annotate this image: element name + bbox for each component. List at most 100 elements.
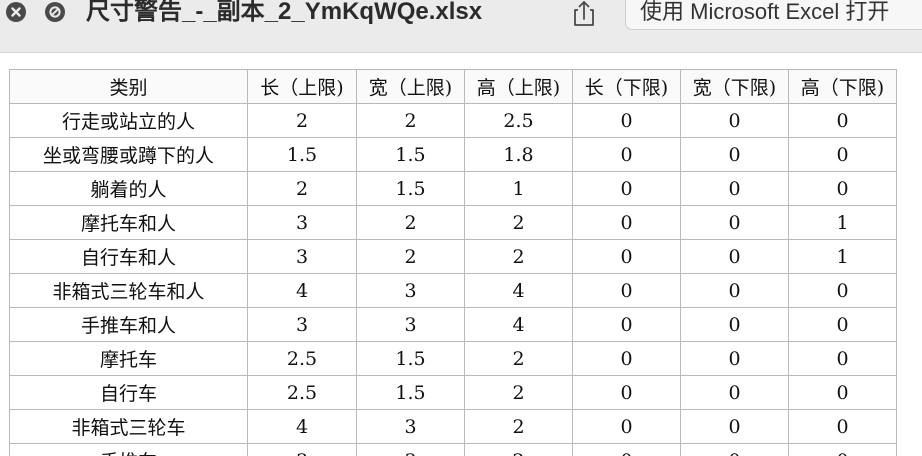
table-cell: 摩托车 — [9, 341, 248, 376]
table-cell: 摩托车和人 — [9, 205, 248, 240]
table-cell: 0 — [788, 273, 897, 308]
quicklook-titlebar: 尺寸警告_-_副本_2_YmKqWQe.xlsx 使用 Microsoft Ex… — [0, 0, 922, 53]
open-with-excel-button[interactable]: 使用 Microsoft Excel 打开 — [625, 0, 922, 30]
table-cell: 0 — [572, 205, 681, 240]
table-row: 自行车 2.5 1.5 2 0 0 0 — [9, 375, 897, 410]
table-row: 行走或站立的人 2 2 2.5 0 0 0 — [9, 103, 897, 138]
table-cell: 3 — [356, 273, 465, 308]
table-cell: 4 — [464, 273, 573, 308]
table-cell: 0 — [680, 273, 789, 308]
spreadsheet-preview[interactable]: 类别 长（上限) 宽（上限) 高（上限) 长（下限) 宽（下限) 高（下限) 行… — [0, 53, 922, 456]
header-cell: 长（下限) — [572, 69, 681, 104]
header-cell: 高（上限) — [464, 69, 573, 104]
table-cell: 0 — [680, 103, 789, 138]
table-cell: 非箱式三轮车 — [9, 409, 248, 444]
table-cell: 1 — [788, 205, 897, 240]
header-cell: 类别 — [9, 69, 248, 104]
table-cell: 躺着的人 — [9, 171, 248, 206]
table-cell: 1.5 — [356, 341, 465, 376]
table-cell: 2 — [464, 205, 573, 240]
table-cell: 0 — [788, 103, 897, 138]
table-cell: 2 — [464, 341, 573, 376]
table-cell: 3 — [247, 205, 357, 240]
header-cell: 宽（下限) — [680, 69, 789, 104]
table-cell: 0 — [788, 443, 897, 456]
table-cell: 2.5 — [247, 375, 357, 410]
table-cell: 1.5 — [356, 137, 465, 172]
header-row: 类别 长（上限) 宽（上限) 高（上限) 长（下限) 宽（下限) 高（下限) — [9, 69, 897, 104]
table-cell: 自行车和人 — [9, 239, 248, 274]
table-cell: 0 — [572, 137, 681, 172]
table-cell: 0 — [680, 171, 789, 206]
table-cell: 3 — [356, 443, 465, 456]
table-row: 坐或弯腰或蹲下的人 1.5 1.5 1.8 0 0 0 — [9, 137, 897, 172]
table-cell: 3 — [356, 409, 465, 444]
table-cell: 0 — [680, 409, 789, 444]
table-cell: 1.8 — [464, 137, 573, 172]
table-cell: 2 — [356, 103, 465, 138]
block-button[interactable] — [45, 2, 65, 22]
table-cell: 3 — [247, 239, 357, 274]
table-cell: 0 — [680, 239, 789, 274]
table-row: 非箱式三轮车 4 3 2 0 0 0 — [9, 409, 897, 444]
open-with-excel-label: 使用 Microsoft Excel 打开 — [640, 0, 890, 24]
table-cell: 1 — [788, 239, 897, 274]
table-cell: 4 — [247, 409, 357, 444]
table-cell: 2 — [356, 205, 465, 240]
window-title: 尺寸警告_-_副本_2_YmKqWQe.xlsx — [86, 0, 483, 25]
table-cell: 0 — [572, 239, 681, 274]
table-row: 非箱式三轮车和人 4 3 4 0 0 0 — [9, 273, 897, 308]
table-cell: 2 — [464, 375, 573, 410]
header-cell: 高（下限) — [788, 69, 897, 104]
table-cell: 1.5 — [247, 137, 357, 172]
data-table: 类别 长（上限) 宽（上限) 高（上限) 长（下限) 宽（下限) 高（下限) 行… — [9, 69, 897, 456]
table-cell: 手推车和人 — [9, 307, 248, 342]
table-cell: 手推车 — [9, 443, 248, 456]
header-cell: 长（上限) — [247, 69, 357, 104]
table-cell: 0 — [572, 375, 681, 410]
close-icon — [11, 7, 21, 17]
table-cell: 0 — [680, 375, 789, 410]
table-cell: 0 — [680, 307, 789, 342]
table-row: 手推车和人 3 3 4 0 0 0 — [9, 307, 897, 342]
share-button[interactable] — [567, 0, 601, 29]
table-cell: 3 — [356, 307, 465, 342]
close-button[interactable] — [6, 2, 26, 22]
table-row: 躺着的人 2 1.5 1 0 0 0 — [9, 171, 897, 206]
table-cell: 0 — [788, 341, 897, 376]
table-cell: 0 — [680, 205, 789, 240]
header-cell: 宽（上限) — [356, 69, 465, 104]
table-row: 摩托车 2.5 1.5 2 0 0 0 — [9, 341, 897, 376]
table-cell: 2 — [464, 409, 573, 444]
table-cell: 4 — [464, 307, 573, 342]
table-cell: 0 — [788, 137, 897, 172]
table-row: 摩托车和人 3 2 2 0 0 1 — [9, 205, 897, 240]
table-cell: 2 — [464, 443, 573, 456]
table-cell: 0 — [788, 307, 897, 342]
block-icon — [49, 6, 61, 18]
table-cell: 0 — [788, 375, 897, 410]
table-cell: 0 — [572, 443, 681, 456]
table-cell: 0 — [680, 137, 789, 172]
table-cell: 0 — [572, 307, 681, 342]
table-cell: 0 — [572, 341, 681, 376]
table-cell: 1.5 — [356, 375, 465, 410]
table-cell: 非箱式三轮车和人 — [9, 273, 248, 308]
share-icon — [574, 1, 594, 26]
table-cell: 2.5 — [464, 103, 573, 138]
table-cell: 坐或弯腰或蹲下的人 — [9, 137, 248, 172]
table-cell: 2 — [247, 171, 357, 206]
table-cell: 1 — [464, 171, 573, 206]
table-cell: 行走或站立的人 — [9, 103, 248, 138]
table-cell: 0 — [572, 103, 681, 138]
table-cell: 2 — [356, 239, 465, 274]
table-cell: 0 — [788, 409, 897, 444]
table-cell: 2.5 — [247, 341, 357, 376]
table-cell: 4 — [247, 273, 357, 308]
table-cell: 0 — [680, 443, 789, 456]
table-cell: 2 — [464, 239, 573, 274]
table-cell: 1.5 — [356, 171, 465, 206]
table-cell: 自行车 — [9, 375, 248, 410]
table-row: 手推车 3 3 2 0 0 0 — [9, 443, 897, 456]
table-cell: 2 — [247, 103, 357, 138]
